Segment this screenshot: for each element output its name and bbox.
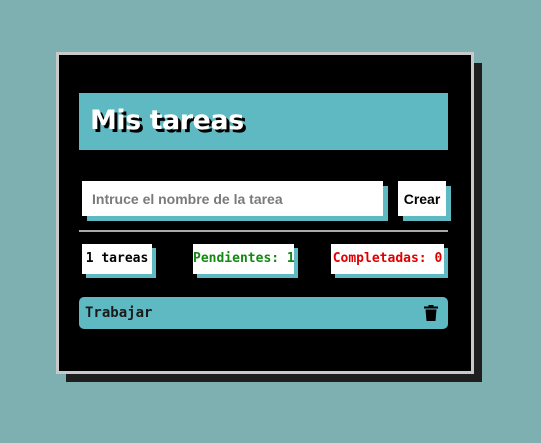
task-input-wrapper [82,181,383,216]
trash-icon[interactable] [424,305,438,321]
total-tasks-badge: 1 tareas [82,244,152,274]
task-name-input[interactable] [82,181,383,216]
task-name: Trabajar [85,305,153,321]
title-bar: Mis tareas [79,93,448,150]
create-button[interactable]: Crear [398,181,446,216]
pending-tasks-badge: Pendientes: 1 [193,244,295,274]
task-item[interactable]: Trabajar [79,297,448,329]
completed-tasks-badge: Completadas: 0 [331,244,444,274]
app-title: Mis tareas [90,105,244,136]
divider [79,230,448,232]
todo-app: Mis tareas Crear 1 tareas Pendientes: 1 … [56,52,474,374]
